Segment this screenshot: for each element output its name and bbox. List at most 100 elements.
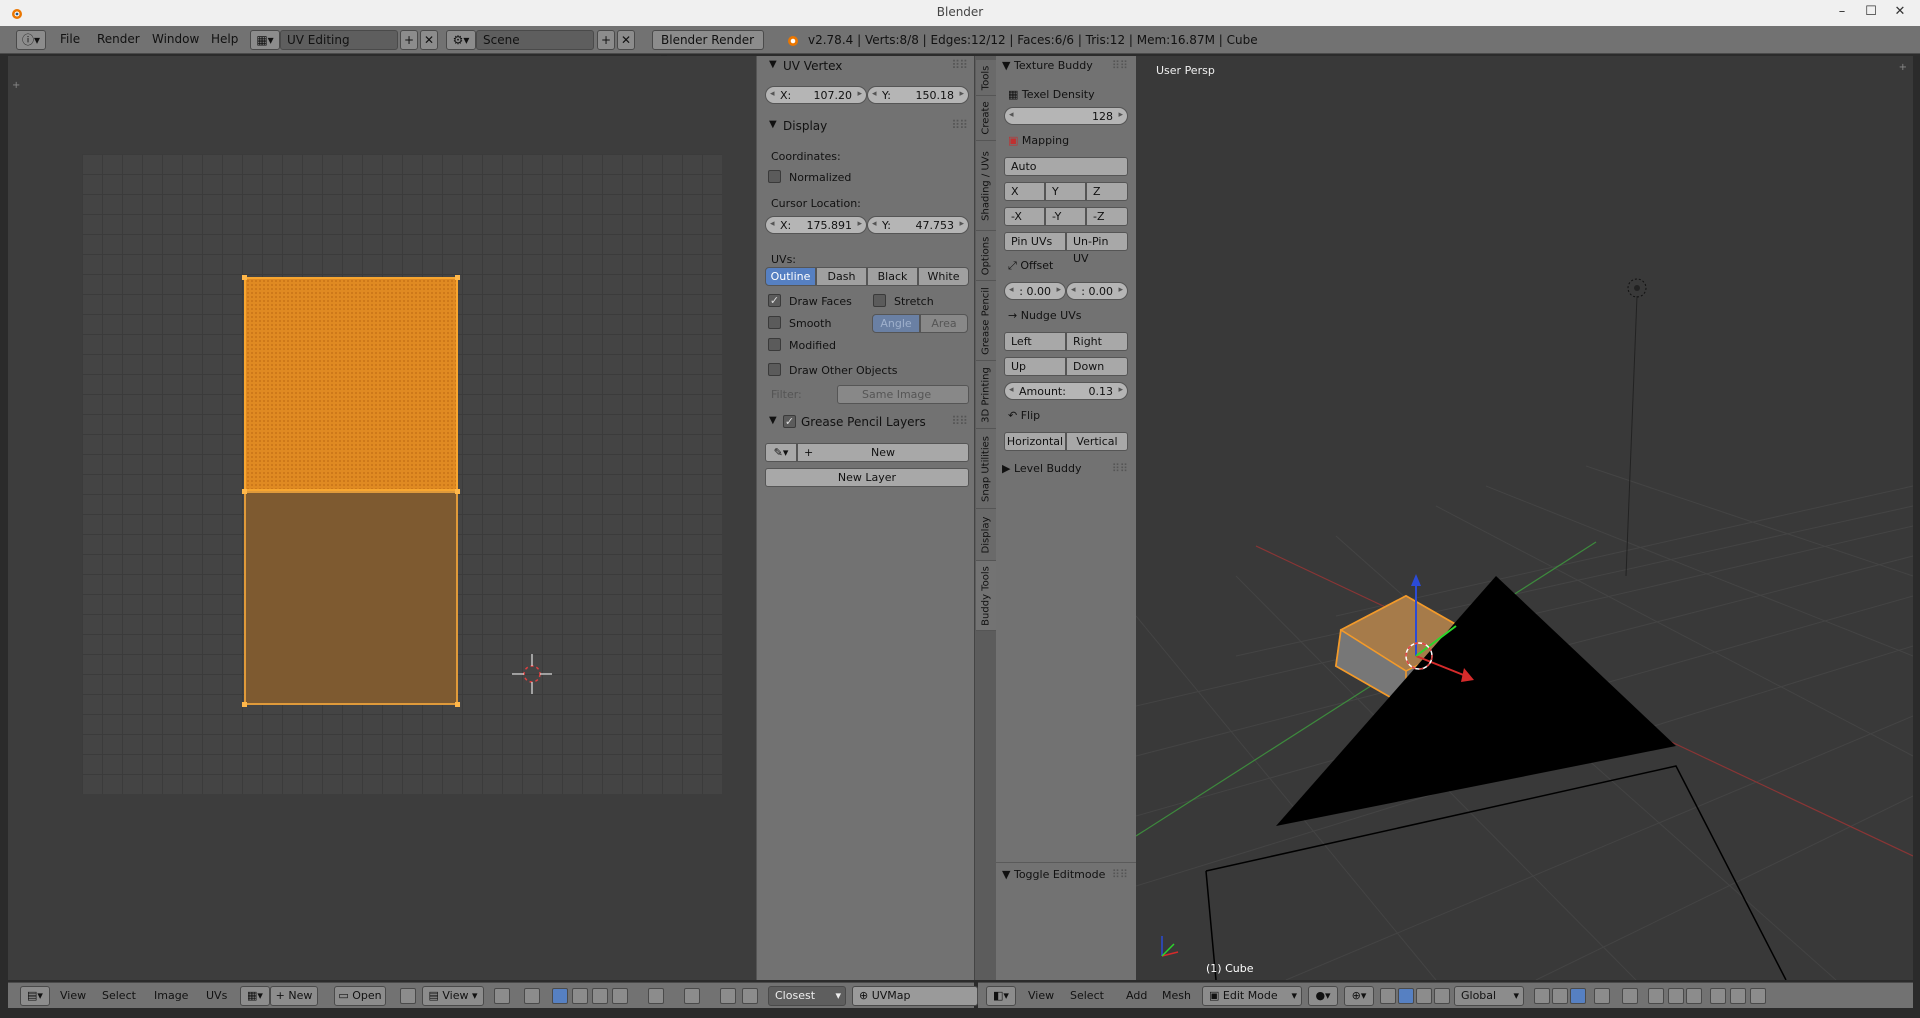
manipulator-toggle-icon[interactable]: [1380, 988, 1396, 1004]
menu-render[interactable]: Render: [97, 32, 140, 46]
uv-menu-uvs[interactable]: UVs: [206, 989, 227, 1002]
map-neg-x-button[interactable]: -X: [1004, 207, 1045, 226]
edge-select-mode-icon[interactable]: [1552, 988, 1568, 1004]
pin-icon[interactable]: [400, 988, 416, 1004]
sync-selection-icon[interactable]: [524, 988, 540, 1004]
toggle-editmode-header[interactable]: ▼ Toggle Editmode: [1002, 868, 1105, 881]
stretch-angle-button[interactable]: Angle: [872, 314, 920, 333]
screen-layout-field[interactable]: UV Editing: [280, 30, 398, 50]
uv-vertex[interactable]: [242, 702, 247, 707]
tab-grease-pencil[interactable]: Grease Pencil: [976, 281, 996, 361]
cursor-y-field[interactable]: ◂ Y: 47.753 ▸: [867, 216, 969, 234]
grease-pencil-enable-checkbox[interactable]: ✓: [783, 415, 796, 428]
view-mode-select[interactable]: ▤ View ▾: [422, 986, 484, 1006]
opengl-animation-icon[interactable]: [1730, 988, 1746, 1004]
stretch-area-button[interactable]: Area: [920, 314, 968, 333]
nudge-right-button[interactable]: Right: [1066, 332, 1128, 351]
vertex-select-icon[interactable]: [552, 988, 568, 1004]
opengl-render-icon[interactable]: [1710, 988, 1726, 1004]
menu-file[interactable]: File: [60, 32, 80, 46]
smooth-checkbox[interactable]: [768, 316, 781, 329]
proportional-edit-icon[interactable]: [684, 988, 700, 1004]
new-layer-button[interactable]: New Layer: [765, 468, 969, 487]
nudge-amount-field[interactable]: ◂ Amount: 0.13 ▸: [1004, 382, 1128, 400]
snap-target-mode-icon[interactable]: [1686, 988, 1702, 1004]
uv-vertex[interactable]: [242, 275, 247, 280]
3d-viewport[interactable]: User Persp (1) Cube +: [1136, 56, 1913, 980]
texel-density-field[interactable]: ◂ 128 ▸: [1004, 107, 1128, 125]
uv-mode-black[interactable]: Black: [867, 267, 918, 286]
draw-other-objects-checkbox[interactable]: [768, 363, 781, 376]
uv-vertex[interactable]: [455, 702, 460, 707]
panel-grip-icon[interactable]: ⠿⠿: [1112, 868, 1128, 881]
tab-options[interactable]: Options: [976, 231, 996, 281]
nudge-up-button[interactable]: Up: [1004, 357, 1066, 376]
open-image-button[interactable]: ▭ Open: [334, 986, 386, 1006]
editor-type-uv-icon[interactable]: ▤▾: [20, 986, 50, 1006]
uv-vertex[interactable]: [242, 489, 247, 494]
tab-tools[interactable]: Tools: [976, 60, 996, 96]
remove-layout-icon[interactable]: ✕: [420, 30, 438, 50]
uv-menu-image[interactable]: Image: [154, 989, 188, 1002]
island-select-icon[interactable]: [612, 988, 628, 1004]
uv-menu-select[interactable]: Select: [102, 989, 136, 1002]
uv-mode-dash[interactable]: Dash: [816, 267, 867, 286]
camera-view-icon[interactable]: [1750, 988, 1766, 1004]
translate-manipulator-icon[interactable]: [1398, 988, 1414, 1004]
texture-buddy-header[interactable]: ▼ Texture Buddy: [1002, 59, 1093, 72]
snap-element-icon[interactable]: [1668, 988, 1684, 1004]
scene-icon[interactable]: ⚙▾: [446, 30, 476, 50]
limit-selection-icon[interactable]: [1594, 988, 1610, 1004]
render-engine-select[interactable]: Blender Render ▾: [652, 30, 764, 65]
menu-window[interactable]: Window: [152, 32, 199, 46]
vp-menu-add[interactable]: Add: [1126, 989, 1147, 1002]
uv-vertex-y-field[interactable]: ◂ Y: 150.18 ▸: [867, 86, 969, 104]
snap-target-icon[interactable]: [742, 988, 758, 1004]
panel-grip-icon[interactable]: ⠿⠿: [1112, 59, 1128, 72]
transform-orientation-select[interactable]: Global ▾: [1454, 986, 1524, 1006]
menu-help[interactable]: Help: [211, 32, 238, 46]
face-select-mode-icon[interactable]: [1570, 988, 1586, 1004]
region-expand-icon[interactable]: +: [12, 80, 20, 91]
cursor-x-field[interactable]: ◂ X: 175.891 ▸: [765, 216, 867, 234]
stretch-checkbox[interactable]: [873, 294, 886, 307]
offset-u-field[interactable]: ◂: 0.00 ▸: [1004, 282, 1066, 300]
nudge-down-button[interactable]: Down: [1066, 357, 1128, 376]
pin-uvs-button[interactable]: Pin UVs: [1004, 232, 1066, 251]
uv-vertex-x-field[interactable]: ◂ X: 107.20 ▸: [765, 86, 867, 104]
grease-pencil-panel-header[interactable]: ▼ ✓ Grease Pencil Layers ⠿⠿: [757, 412, 975, 432]
rotate-manipulator-icon[interactable]: [1416, 988, 1432, 1004]
tab-shading-uvs[interactable]: Shading / UVs: [976, 141, 996, 231]
interaction-mode-select[interactable]: ▣ Edit Mode ▾: [1202, 986, 1302, 1006]
edge-select-icon[interactable]: [572, 988, 588, 1004]
maximize-button[interactable]: ☐: [1857, 2, 1885, 22]
filter-select[interactable]: Same Image: [837, 385, 969, 404]
sticky-selection-icon[interactable]: [648, 988, 664, 1004]
snap-mode-select[interactable]: Closest ▾: [768, 986, 846, 1006]
tab-display[interactable]: Display: [976, 509, 996, 561]
uv-vertex[interactable]: [455, 489, 460, 494]
flip-vertical-button[interactable]: Vertical: [1066, 432, 1128, 451]
display-panel-header[interactable]: ▼ Display ⠿⠿: [757, 116, 975, 136]
remove-scene-icon[interactable]: ✕: [617, 30, 635, 50]
vp-menu-mesh[interactable]: Mesh: [1162, 989, 1191, 1002]
uv-face-unselected[interactable]: [244, 491, 458, 705]
offset-v-field[interactable]: ◂: 0.00 ▸: [1066, 282, 1128, 300]
unpin-uv-button[interactable]: Un-Pin UV: [1066, 232, 1128, 265]
proportional-editing-icon[interactable]: [1622, 988, 1638, 1004]
map-neg-z-button[interactable]: -Z: [1086, 207, 1128, 226]
editor-type-info-icon[interactable]: ⓘ▾: [16, 30, 46, 50]
grease-pencil-new-button[interactable]: + New: [797, 443, 969, 462]
new-image-button[interactable]: + New: [270, 986, 318, 1006]
normalized-checkbox[interactable]: [768, 170, 781, 183]
scene-field[interactable]: Scene: [476, 30, 594, 50]
nudge-left-button[interactable]: Left: [1004, 332, 1066, 351]
map-y-button[interactable]: Y: [1045, 182, 1086, 201]
pivot-icon[interactable]: [494, 988, 510, 1004]
map-x-button[interactable]: X: [1004, 182, 1045, 201]
uv-vertex[interactable]: [455, 275, 460, 280]
level-buddy-header[interactable]: ▶ Level Buddy: [1002, 462, 1082, 475]
uv-face-selected[interactable]: [244, 277, 458, 491]
vp-menu-view[interactable]: View: [1028, 989, 1054, 1002]
uv-grid-canvas[interactable]: [82, 154, 722, 794]
